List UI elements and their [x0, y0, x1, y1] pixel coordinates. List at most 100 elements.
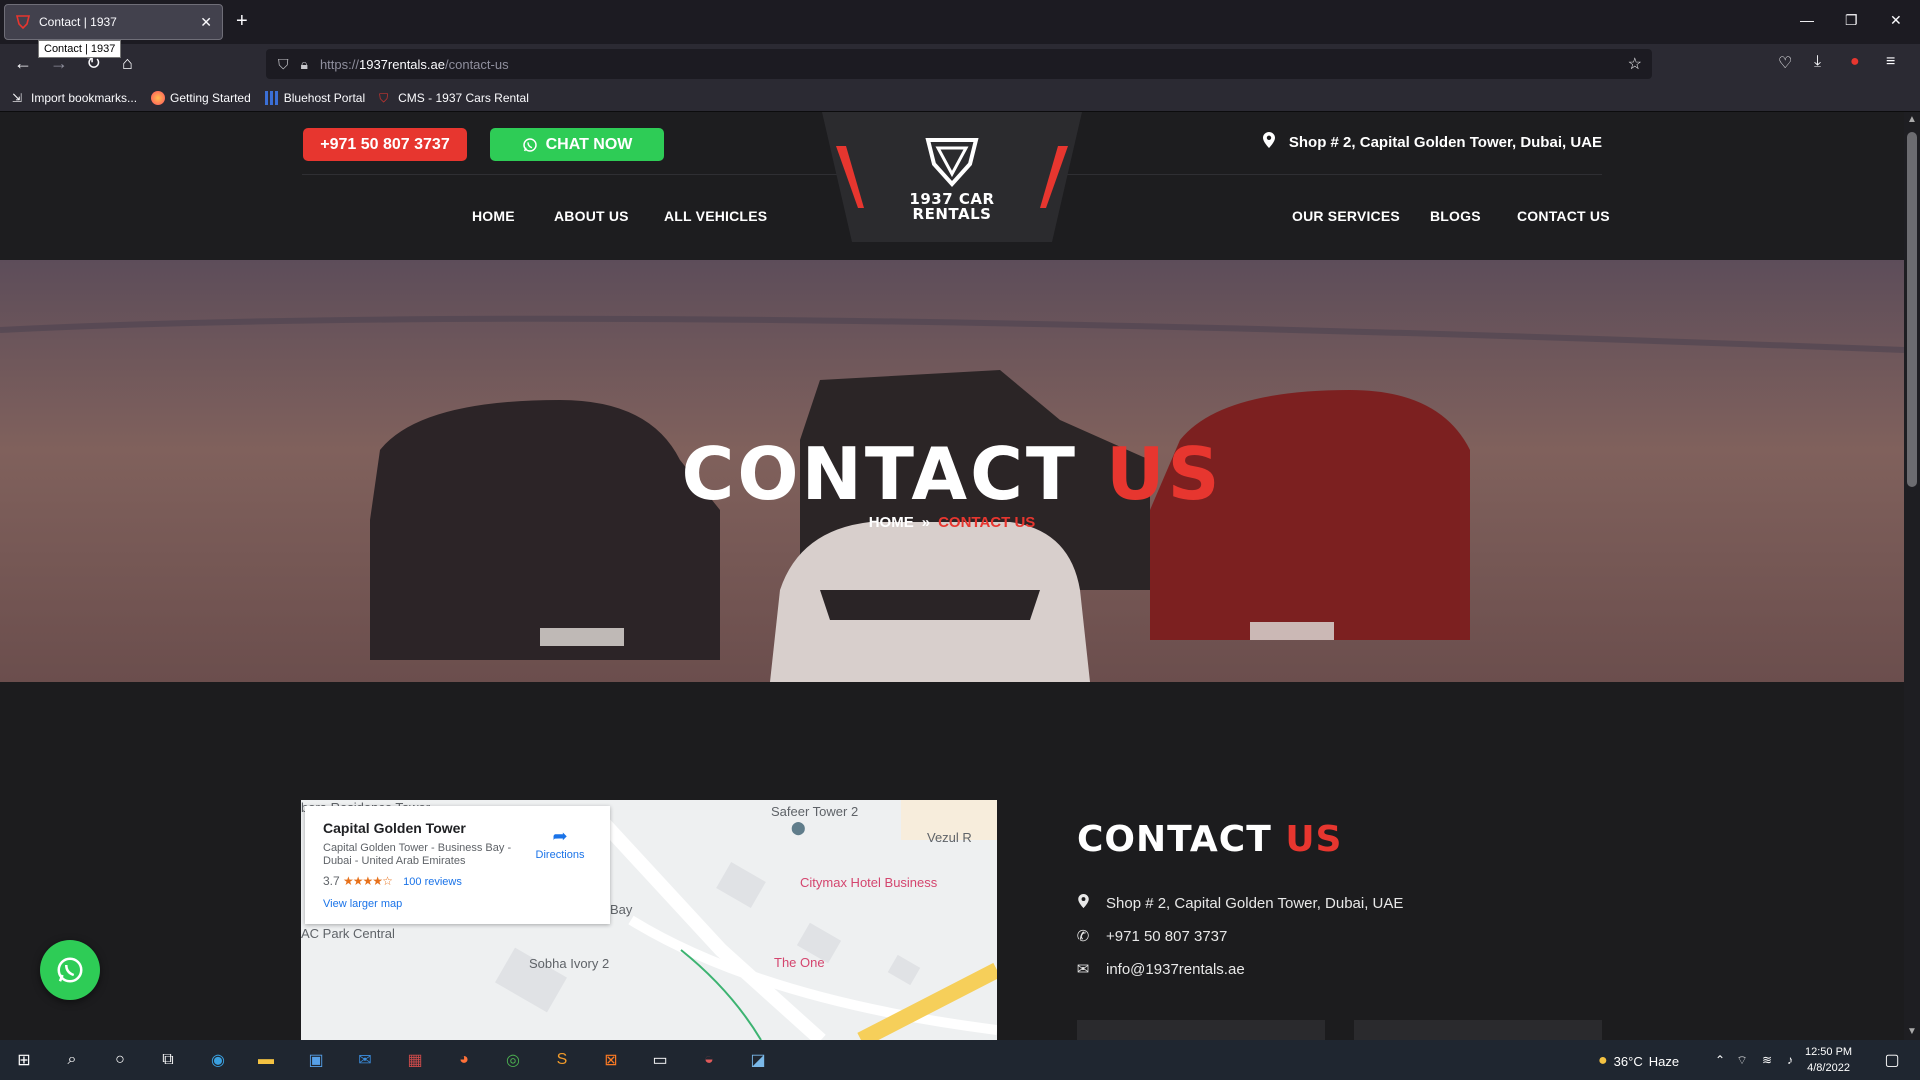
search-icon[interactable]: ⌕ [60, 1048, 84, 1072]
location-pin-icon [1262, 132, 1275, 152]
store-icon[interactable]: ▣ [304, 1048, 328, 1072]
map-pin-icon: ⬤ [791, 820, 806, 835]
nav-all-vehicles[interactable]: ALL VEHICLES [664, 208, 767, 224]
bookmarks-bar: ⇲ Import bookmarks... Getting Started Bl… [0, 84, 1920, 112]
map-rating: 3.7 ★★★★☆ 100 reviews [323, 874, 462, 888]
call-button[interactable]: +971 50 807 3737 [303, 128, 467, 161]
hero-banner: CONTACT US HOME » CONTACT US [0, 260, 1904, 682]
map-label-the-one: The One [774, 955, 825, 970]
breadcrumb-home-link[interactable]: HOME [869, 514, 914, 531]
volume-icon[interactable]: ♪ [1778, 1048, 1802, 1072]
terminal-icon[interactable]: ▭ [648, 1048, 672, 1072]
directions-button[interactable]: ➦ Directions [520, 826, 600, 861]
grid-icon [264, 90, 279, 105]
nav-our-services[interactable]: OUR SERVICES [1292, 208, 1400, 224]
pocket-icon[interactable]: ♡ [1778, 53, 1792, 73]
whatsapp-float-button[interactable] [40, 940, 100, 1000]
browser-tab[interactable]: Contact | 1937 ✕ [4, 4, 223, 40]
system-clock[interactable]: 12:50 PM 4/8/2022 [1805, 1044, 1852, 1076]
site-favicon-icon [15, 15, 31, 30]
tab-tooltip: Contact | 1937 [38, 40, 122, 58]
whatsapp-icon [57, 957, 83, 983]
contact-phone[interactable]: ✆ +971 50 807 3737 [1076, 927, 1228, 946]
nav-blogs[interactable]: BLOGS [1430, 208, 1481, 224]
map-label-bay: Bay [610, 902, 633, 917]
map-reviews-link[interactable]: 100 reviews [403, 876, 462, 888]
contact-heading: CONTACT US [1077, 819, 1343, 860]
contact-email[interactable]: ✉ info@1937rentals.ae [1076, 960, 1245, 979]
tray-chevron-icon[interactable]: ⌃ [1708, 1048, 1732, 1072]
sublime-icon[interactable]: S [550, 1048, 574, 1072]
url-text[interactable]: https://1937rentals.ae/contact-us [320, 57, 509, 72]
bookmark-star-icon[interactable]: ☆ [1628, 54, 1642, 74]
new-tab-button[interactable]: + [236, 10, 248, 32]
wifi-icon[interactable]: ≋ [1755, 1048, 1779, 1072]
site-favicon-icon: ⛉ [379, 90, 389, 105]
shield-icon[interactable]: ⛉ [278, 56, 289, 73]
envelope-icon: ✉ [1076, 961, 1090, 978]
bookmark-import[interactable]: ⇲ Import bookmarks... [12, 91, 137, 105]
header-address: Shop # 2, Capital Golden Tower, Dubai, U… [1262, 132, 1602, 152]
location-pin-icon [1076, 894, 1090, 912]
phone-icon: ✆ [1076, 928, 1090, 945]
notifications-icon[interactable]: ▢ [1880, 1048, 1904, 1072]
network-icon[interactable]: ⌔ [1730, 1048, 1754, 1072]
minimize-icon[interactable]: — [1800, 12, 1814, 28]
tab-title: Contact | 1937 [39, 15, 117, 29]
map-label-vezul: Vezul R [927, 830, 972, 845]
tab-close-icon[interactable]: ✕ [200, 14, 212, 31]
nav-contact-us[interactable]: CONTACT US [1517, 208, 1610, 224]
task-view-icon[interactable]: ⧉ [156, 1048, 180, 1072]
scroll-down-icon[interactable]: ▼ [1907, 1026, 1917, 1037]
mail-icon[interactable]: ✉ [353, 1048, 377, 1072]
map-place-card: Capital Golden Tower Capital Golden Towe… [305, 806, 610, 924]
page-viewport: +971 50 807 3737 CHAT NOW Shop # 2, Capi… [0, 112, 1904, 1040]
home-icon[interactable]: ⌂ [122, 52, 133, 74]
menu-hamburger-icon[interactable]: ≡ [1886, 53, 1895, 71]
bookmark-getting-started[interactable]: Getting Started [151, 90, 251, 105]
browser-titlebar: Contact | 1937 ✕ + — ❐ ✕ [0, 0, 1920, 44]
nav-home[interactable]: HOME [472, 208, 515, 224]
notepad-icon[interactable]: ◪ [746, 1048, 770, 1072]
chrome-icon[interactable]: ◎ [501, 1048, 525, 1072]
logo-emblem-icon[interactable] [920, 134, 984, 190]
edge-icon[interactable]: ◉ [206, 1048, 230, 1072]
rating-stars-icon: ★★★★☆ [343, 874, 393, 888]
breadcrumb-separator-icon: » [921, 514, 931, 531]
url-bar[interactable]: ⛉ 🔒︎ https://1937rentals.ae/contact-us ☆ [266, 49, 1652, 79]
page-scrollbar[interactable]: ▲ ▼ [1904, 112, 1920, 1040]
google-map-embed[interactable]: bora Residence Tower Safeer Tower 2 ⬤ Ve… [301, 800, 997, 1040]
restore-icon[interactable]: ❐ [1845, 12, 1858, 29]
firefox-taskbar-icon[interactable]: ◕ [452, 1048, 476, 1072]
cortana-icon[interactable]: ○ [108, 1048, 132, 1072]
app-icon[interactable]: ◒ [697, 1048, 721, 1072]
bookmark-bluehost[interactable]: Bluehost Portal [264, 90, 365, 105]
map-label-citymax: Citymax Hotel Business [800, 875, 938, 890]
breadcrumb-current: CONTACT US [938, 514, 1036, 531]
form-field-1[interactable] [1077, 1020, 1325, 1040]
scrollbar-thumb[interactable] [1907, 132, 1917, 487]
whatsapp-icon [522, 137, 537, 152]
windows-taskbar: ⊞ ⌕ ○ ⧉ ◉ ▬ ▣ ✉ ▦ ◕ ◎ S ⊠ ▭ ◒ ◪ ● 36°C H… [0, 1040, 1920, 1080]
site-logo-text[interactable]: 1937 CAR RENTALS [880, 192, 1024, 222]
lock-icon[interactable]: 🔒︎ [301, 56, 308, 73]
weather-widget[interactable]: ● 36°C Haze [1598, 1052, 1679, 1070]
chat-now-button[interactable]: CHAT NOW [490, 128, 664, 161]
breadcrumb: HOME » CONTACT US [0, 514, 1904, 531]
bookmark-cms[interactable]: ⛉ CMS - 1937 Cars Rental [379, 91, 529, 105]
winrar-icon[interactable]: ▦ [403, 1048, 427, 1072]
back-icon[interactable]: ← [14, 52, 32, 74]
xampp-icon[interactable]: ⊠ [599, 1048, 623, 1072]
form-field-2[interactable] [1354, 1020, 1602, 1040]
map-label-park: AC Park Central [301, 926, 395, 941]
scroll-up-icon[interactable]: ▲ [1907, 114, 1917, 125]
file-explorer-icon[interactable]: ▬ [254, 1048, 278, 1072]
extension-icon[interactable]: ● [1850, 53, 1860, 71]
download-icon[interactable]: ⤓ [1814, 53, 1821, 71]
contact-address: Shop # 2, Capital Golden Tower, Dubai, U… [1076, 894, 1403, 912]
view-larger-map-link[interactable]: View larger map [323, 898, 592, 910]
site-header: +971 50 807 3737 CHAT NOW Shop # 2, Capi… [0, 112, 1904, 260]
nav-about-us[interactable]: ABOUT US [554, 208, 629, 224]
close-window-icon[interactable]: ✕ [1890, 12, 1902, 29]
windows-start-icon[interactable]: ⊞ [12, 1048, 36, 1072]
